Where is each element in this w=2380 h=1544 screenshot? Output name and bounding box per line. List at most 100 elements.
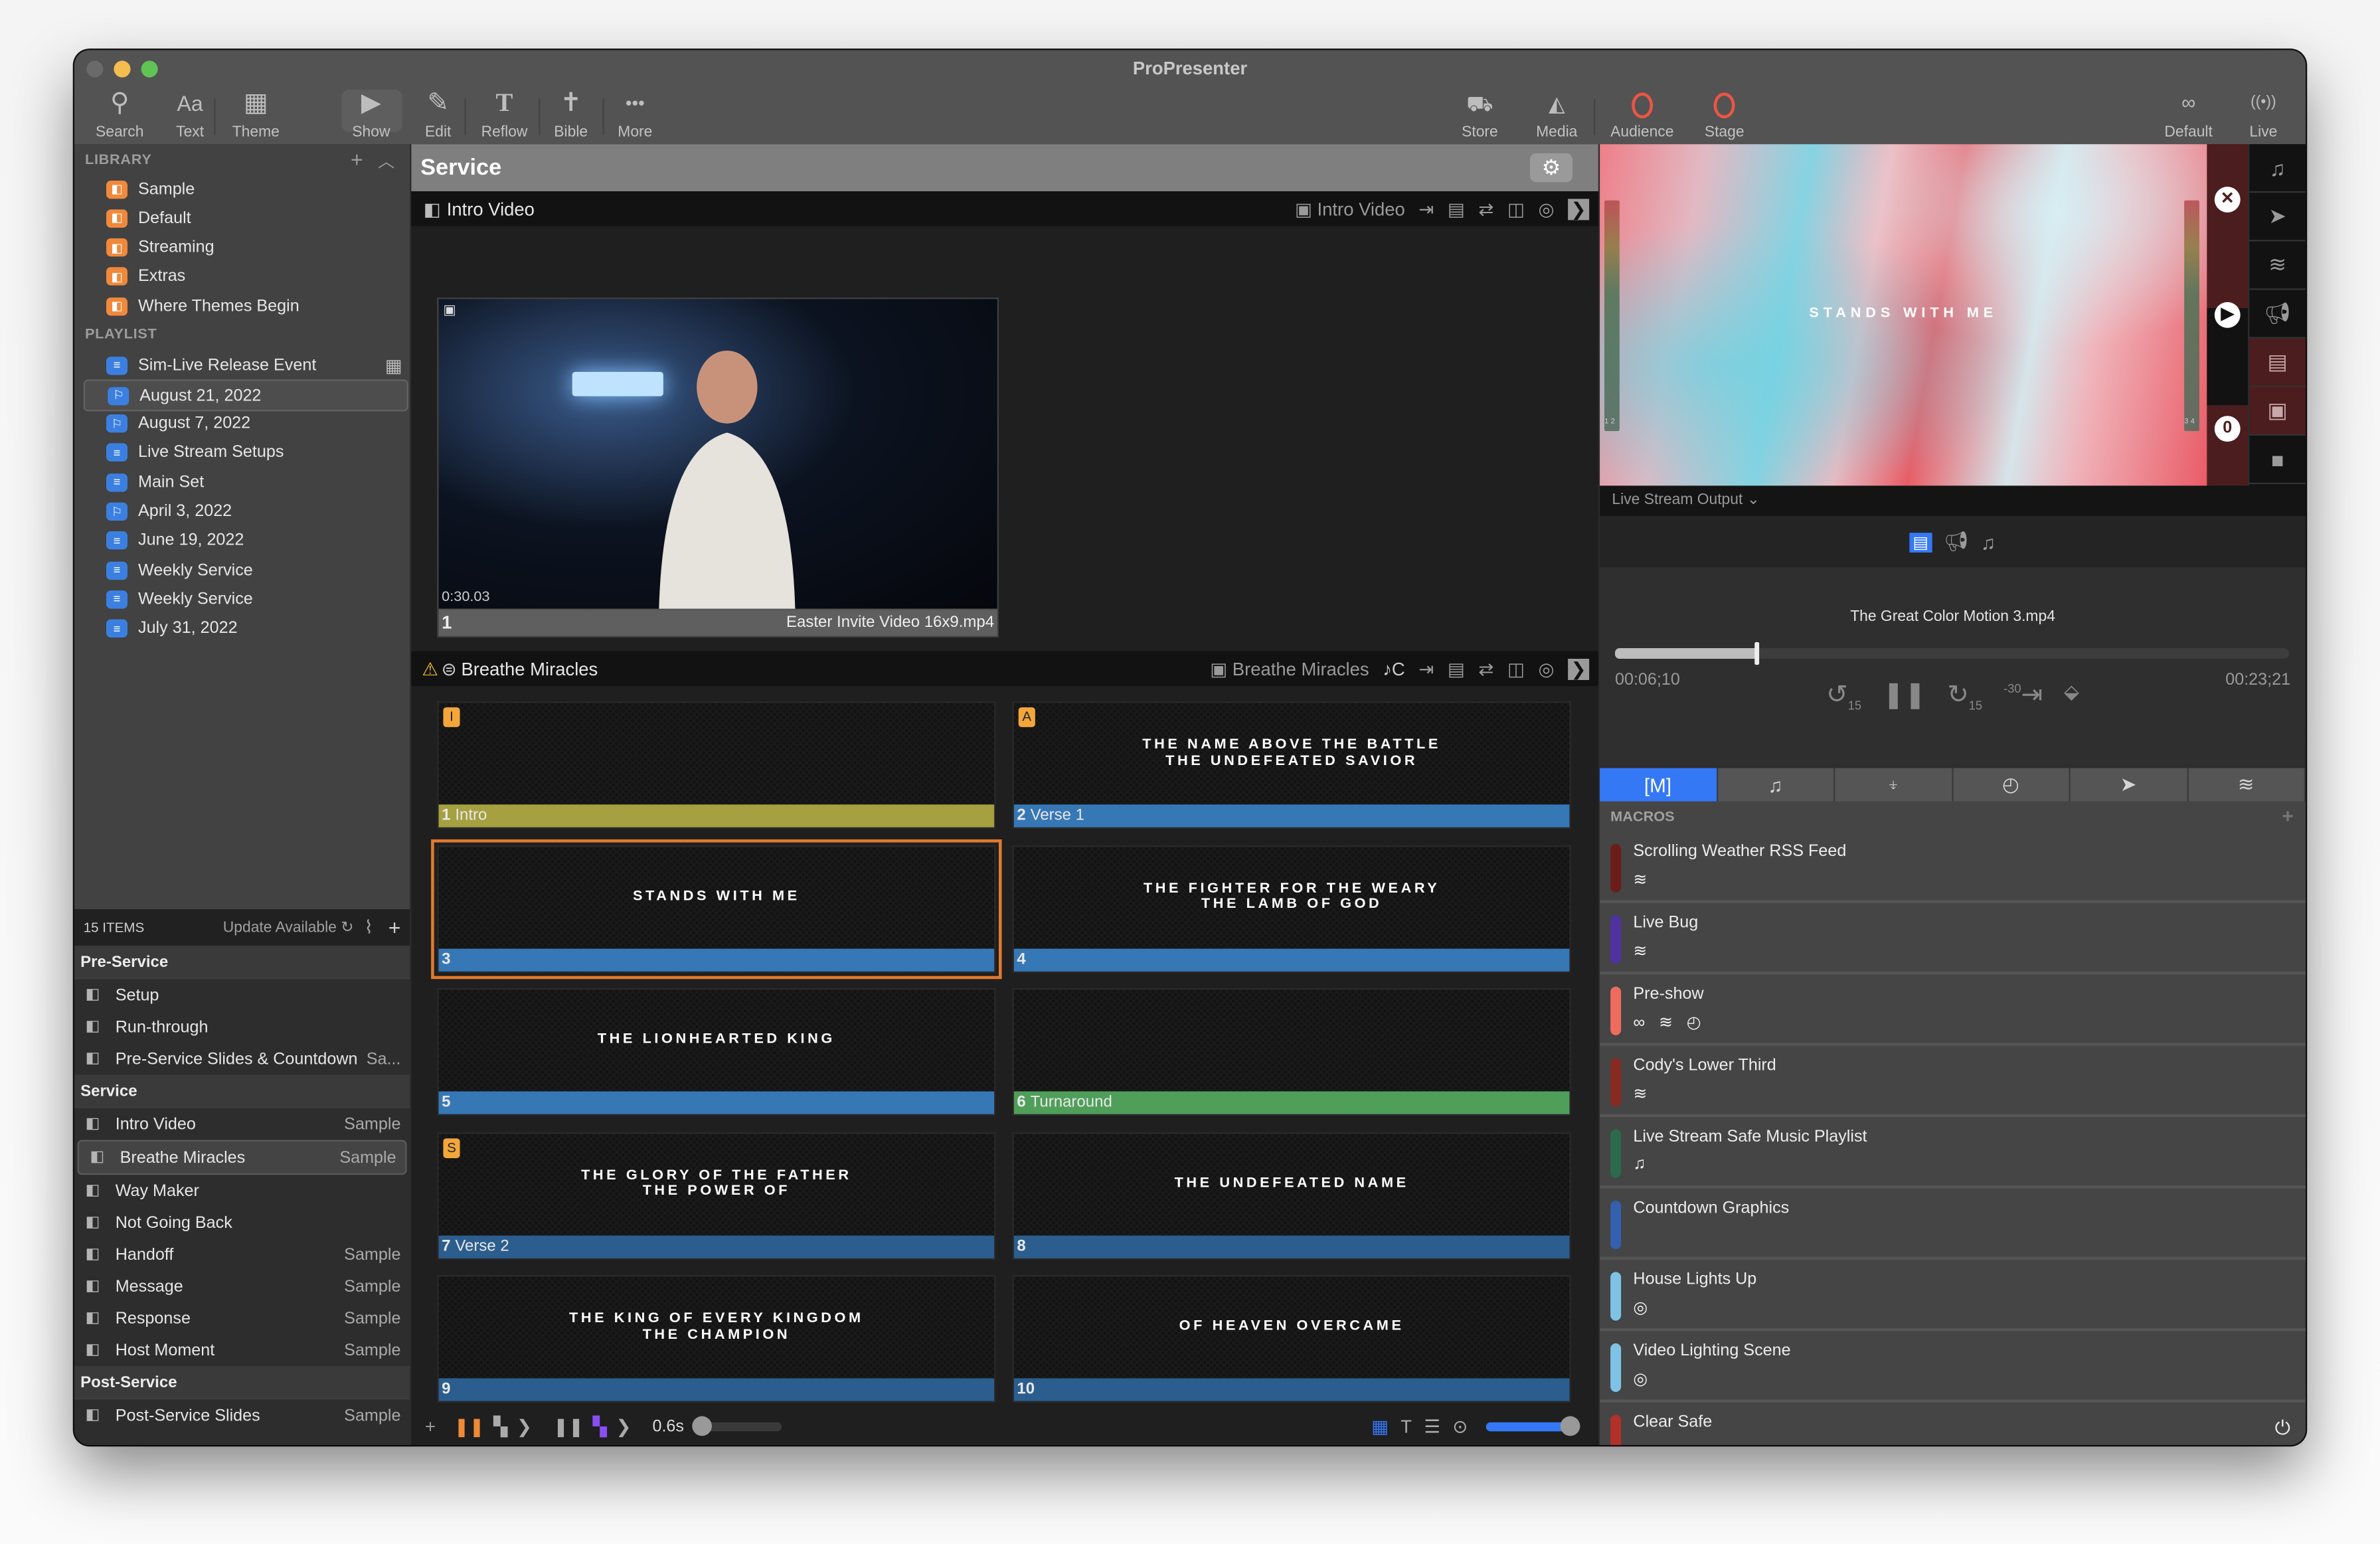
split-icon[interactable]: ◫ — [1507, 198, 1525, 219]
toolbar-reflow-button[interactable]: T Reflow — [481, 86, 528, 141]
macro-item[interactable]: Pre-show ∞ ≋ ◴ — [1600, 974, 2306, 1046]
playlist-entry[interactable]: ◧ Host Moment Sample — [74, 1334, 410, 1366]
toolbar-more-button[interactable]: ••• More — [618, 86, 652, 141]
library-item[interactable]: ◧ Where Themes Begin — [84, 292, 406, 320]
macro-item[interactable]: Video Lighting Scene ◎ — [1600, 1331, 2306, 1403]
slide-thumbnail[interactable]: S THE GLORY OF THE FATHER THE POWER OF 7 Ver… — [437, 1131, 996, 1259]
slide-media-tab[interactable]: ▤ — [1909, 532, 1932, 552]
slide-thumbnail[interactable]: STANDS WITH ME 3 — [431, 838, 1002, 979]
playlist-entry[interactable]: ◧ Message Sample — [74, 1270, 410, 1302]
thumbnail-size-slider[interactable] — [1486, 1416, 1580, 1436]
target-icon[interactable]: ◎ — [1538, 658, 1554, 679]
playlist-item[interactable]: ≡ Sim-Live Release Event ▦ — [84, 351, 406, 379]
library-item[interactable]: ◧ Extras — [84, 262, 406, 291]
slider-knob[interactable] — [693, 1416, 713, 1436]
transition-push-icon[interactable]: ❯ — [517, 1416, 532, 1438]
next-icon[interactable]: ❯ — [1567, 198, 1590, 220]
target-icon[interactable]: ◎ — [1538, 198, 1554, 219]
tab-messages[interactable]: ➤ — [2070, 768, 2188, 802]
collapse-chevron-icon[interactable]: ︿ — [378, 149, 394, 173]
clear-messages-button[interactable]: ➤ — [2249, 193, 2306, 242]
library-item[interactable]: ◧ Streaming — [84, 233, 406, 262]
calendar-icon[interactable]: ▦ — [385, 355, 402, 376]
macro-item[interactable]: House Lights Up ◎ — [1600, 1260, 2306, 1331]
playlist-entry[interactable]: ◧ Post-Service Slides Sample — [74, 1399, 410, 1431]
reorder-icon[interactable]: ⇄ — [1478, 198, 1493, 219]
tab-timers[interactable]: ◴ — [1952, 768, 2071, 802]
playlist-entry[interactable]: ◧ Response Sample — [74, 1302, 410, 1334]
playlist-entry[interactable]: ◧ Pre-Service Slides & Countdown Sa... — [74, 1043, 410, 1074]
media-cut-icon[interactable]: ❚❚ — [553, 1416, 584, 1438]
playlist-item[interactable]: ⚐ April 3, 2022 — [84, 497, 406, 526]
screen-selector[interactable]: Live Stream Output ⌄ — [1600, 485, 2306, 517]
library-item[interactable]: ◧ Default — [84, 204, 406, 232]
slider-knob[interactable] — [1560, 1416, 1580, 1436]
add-icon[interactable]: + — [425, 1416, 436, 1438]
media-scrubber[interactable] — [1614, 642, 2289, 665]
grid-view-icon[interactable]: ▦ — [1371, 1416, 1389, 1438]
add-item-button[interactable]: + — [388, 915, 401, 940]
toolbar-default-look-button[interactable]: ∞ Default — [2164, 86, 2212, 141]
scrubber-handle[interactable] — [1754, 642, 1760, 665]
macro-item[interactable]: Live Bug ≋ — [1600, 903, 2306, 975]
toolbar-live-button[interactable]: ((•)) Live — [2249, 86, 2277, 141]
playlist-entry[interactable]: ◧ Run-through — [74, 1011, 410, 1043]
macro-item[interactable]: Scrolling Weather RSS Feed ≋ — [1600, 832, 2306, 903]
split-icon[interactable]: ◫ — [1507, 658, 1525, 679]
playlist-item[interactable]: ≡ Weekly Service — [84, 556, 406, 584]
playlist-item[interactable]: ≡ Weekly Service — [84, 585, 406, 614]
toolbar-stage-button[interactable]: Stage — [1705, 86, 1744, 141]
macro-item[interactable]: Cody's Lower Third ≋ — [1600, 1046, 2306, 1118]
transition-icon[interactable]: ⇥ — [1418, 658, 1434, 679]
transition-duration-slider[interactable] — [693, 1416, 782, 1436]
playlist-group-header[interactable]: Pre-Service — [74, 945, 410, 980]
slide-thumbnail[interactable]: 6 Turnaround — [1012, 987, 1571, 1116]
playlist-group-header[interactable]: Post-Service — [74, 1366, 410, 1400]
tab-props[interactable]: ⍖ — [1835, 768, 1953, 802]
clear-props-button[interactable]: ≋ — [2249, 241, 2306, 290]
playlist-item[interactable]: ⚐ August 21, 2022 — [83, 380, 408, 412]
transition-icon[interactable]: ⇥ — [1418, 198, 1434, 219]
playlist-entry[interactable]: ◧ Setup — [74, 979, 410, 1011]
playlist-item[interactable]: ≡ Main Set — [84, 468, 406, 496]
marker-button[interactable]: ⬙ — [2064, 680, 2079, 713]
toolbar-store-button[interactable]: ⛟ Store — [1462, 86, 1498, 141]
slide-thumbnail[interactable]: THE UNDEFEATED NAME 8 — [1012, 1131, 1571, 1259]
update-available-button[interactable]: Update Available ↻ — [223, 919, 354, 936]
add-library-button[interactable]: + — [351, 147, 363, 172]
presentation-header-breathe-miracles[interactable]: ⚠ ⊜ Breathe Miracles ▣ Breathe Miracles … — [411, 651, 1598, 687]
slide-thumbnail[interactable]: OF HEAVEN OVERCAME 10 — [1012, 1274, 1571, 1403]
toolbar-search-button[interactable]: ⚲ Search — [96, 86, 143, 141]
library-item[interactable]: ◧ Sample — [84, 175, 406, 203]
clear-media-button[interactable]: ▣ — [2249, 386, 2306, 436]
options-icon[interactable]: ⊙ — [1452, 1416, 1468, 1438]
media-dissolve-icon[interactable]: ▚ — [593, 1416, 607, 1438]
next-icon[interactable]: ❯ — [1567, 657, 1590, 679]
toolbar-text-button[interactable]: Aa Text — [176, 86, 204, 141]
video-slide[interactable]: 0:30.03 ▣ 1 Easter Invite Video 16x9.mp4 — [437, 297, 999, 638]
playlist-entry[interactable]: ◧ Intro Video Sample — [74, 1108, 410, 1140]
add-macro-button[interactable]: + — [2282, 804, 2293, 827]
tab-stage[interactable]: ≋ — [2187, 768, 2306, 802]
skip-forward-15-button[interactable]: ↻15 — [1947, 680, 1982, 713]
clear-all-button[interactable]: ✕ — [2214, 187, 2241, 213]
toolbar-show-button[interactable]: ▶ Show — [352, 86, 390, 141]
clear-audio-button[interactable]: ♫ — [2249, 144, 2306, 193]
playlist-entry[interactable]: ◧ Handoff Sample — [74, 1239, 410, 1270]
toolbar-edit-button[interactable]: ✎ Edit — [425, 86, 451, 141]
arrangement-selector[interactable]: ▣ Breathe Miracles — [1210, 658, 1369, 679]
slide-thumbnail[interactable]: I 1 Intro — [437, 701, 996, 829]
playlist-item[interactable]: ⚐ August 7, 2022 — [84, 409, 406, 438]
clear-video-input-button[interactable]: ■ — [2249, 436, 2306, 485]
playlist-entry[interactable]: ◧ Not Going Back — [74, 1207, 410, 1239]
announcement-media-tab[interactable]: 📢︎ — [1944, 530, 1969, 555]
reorder-icon[interactable]: ⇄ — [1478, 658, 1493, 679]
slide-thumbnail[interactable]: THE KING OF EVERY KINGDOM THE CHAMPION 9 — [437, 1274, 996, 1403]
text-view-icon[interactable]: T — [1401, 1416, 1412, 1438]
power-icon[interactable]: ⏻ — [2275, 1416, 2291, 1441]
clear-timer-button[interactable]: 0 — [2214, 416, 2241, 442]
playlist-item[interactable]: ≡ Live Stream Setups — [84, 438, 406, 467]
toolbar-media-button[interactable]: ◭ Media — [1536, 86, 1577, 141]
macro-item[interactable]: Clear Safe ➤ ▤ ≋ ▣ ♫ — [1600, 1403, 2306, 1445]
audio-media-tab[interactable]: ♫ — [1981, 531, 1996, 553]
